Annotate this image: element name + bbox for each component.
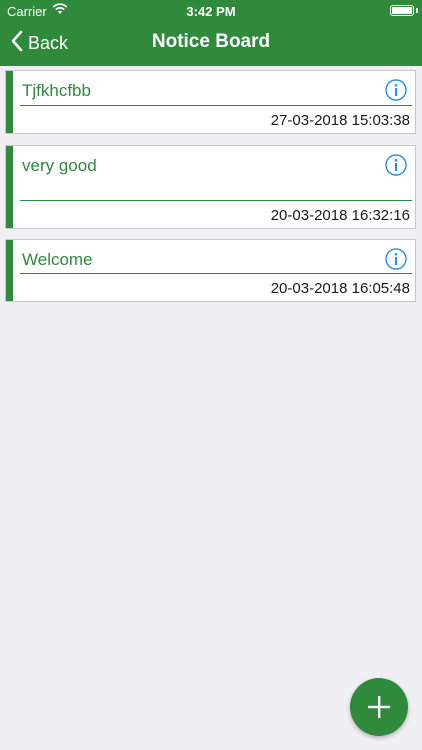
notice-timestamp: 20-03-2018 16:05:48 [270, 280, 410, 297]
notice-timestamp: 20-03-2018 16:32:16 [270, 207, 410, 224]
add-notice-button[interactable] [350, 678, 408, 736]
card-accent-bar [6, 240, 13, 301]
notice-card[interactable]: Tjfkhcfbb 27-03-2018 15:03:38 [5, 70, 416, 134]
page-title: Notice Board [151, 31, 271, 52]
battery-icon [390, 5, 414, 16]
notice-divider [20, 273, 412, 274]
notice-divider [20, 200, 412, 201]
plus-icon [350, 696, 408, 740]
notice-title: Welcome [22, 250, 93, 269]
info-icon[interactable] [385, 79, 407, 101]
status-time: 3:42 PM [186, 4, 236, 19]
notice-divider [20, 105, 412, 106]
info-icon[interactable] [385, 154, 407, 176]
info-icon[interactable] [385, 248, 407, 270]
battery-nub [416, 8, 418, 13]
app-header: Carrier 3:42 PM Back Notice Board [0, 0, 422, 66]
notice-title: Tjfkhcfbb [22, 81, 91, 100]
card-accent-bar [6, 71, 13, 133]
card-accent-bar [6, 146, 13, 228]
notice-card[interactable]: very good 20-03-2018 16:32:16 [5, 145, 416, 229]
notice-timestamp: 27-03-2018 15:03:38 [270, 112, 410, 129]
notice-title: very good [22, 156, 97, 175]
notice-card[interactable]: Welcome 20-03-2018 16:05:48 [5, 239, 416, 302]
status-bar: Carrier 3:42 PM [0, 0, 422, 22]
